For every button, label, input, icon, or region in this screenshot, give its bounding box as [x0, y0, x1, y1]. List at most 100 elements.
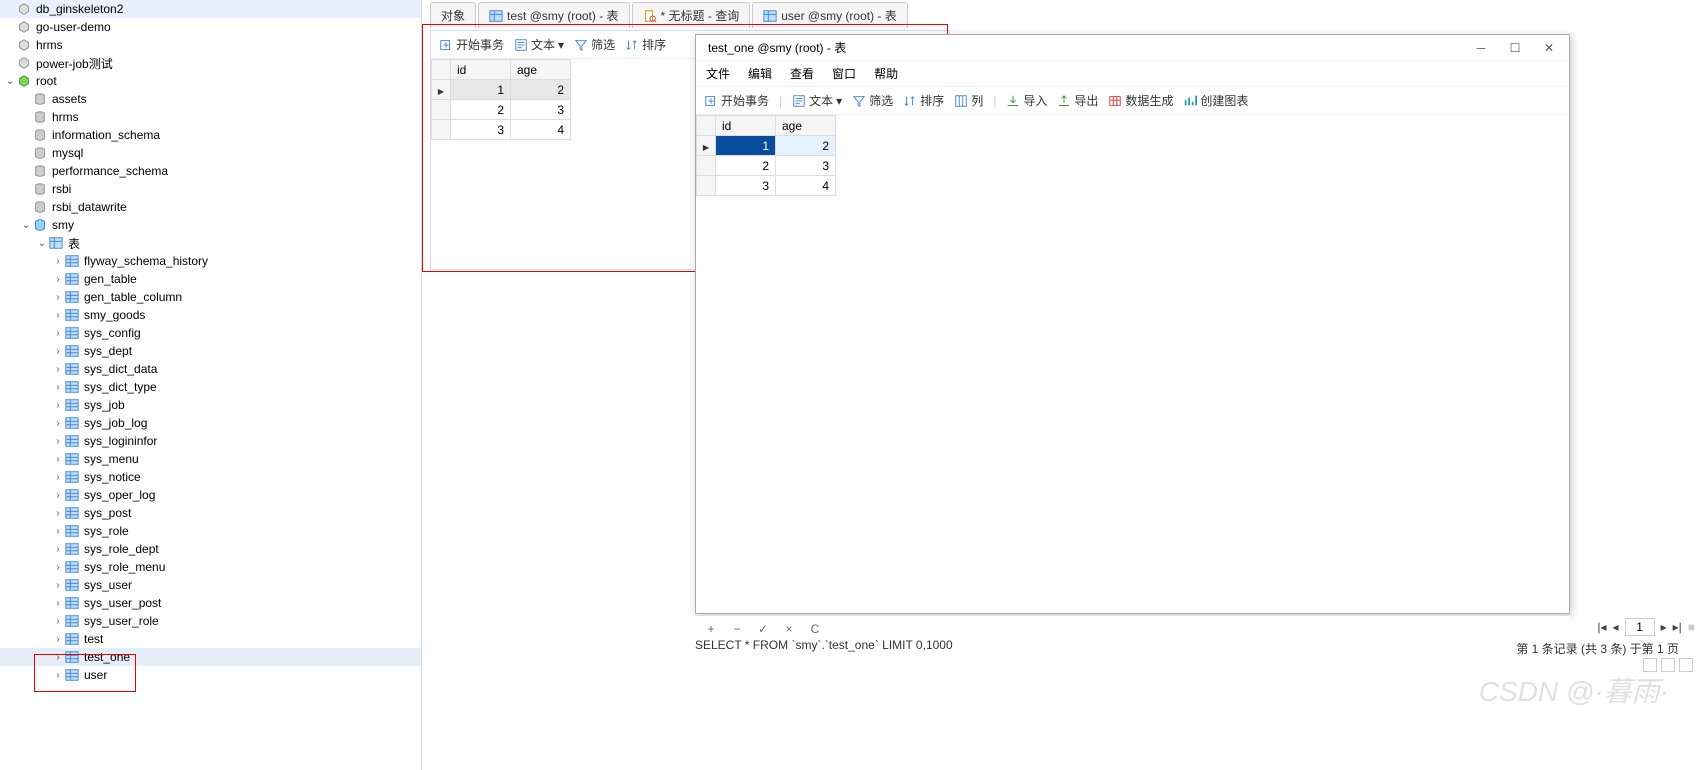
- table-sys_user[interactable]: ›sys_user: [0, 576, 421, 594]
- menu-文件[interactable]: 文件: [706, 65, 730, 82]
- database-smy[interactable]: ⌄smy: [0, 216, 421, 234]
- table-sys_role_menu[interactable]: ›sys_role_menu: [0, 558, 421, 576]
- table-sys_config[interactable]: ›sys_config: [0, 324, 421, 342]
- view-mode-buttons[interactable]: [1643, 658, 1693, 672]
- table-sys_oper_log[interactable]: ›sys_oper_log: [0, 486, 421, 504]
- table-sys_job[interactable]: ›sys_job: [0, 396, 421, 414]
- table-sys_dict_type[interactable]: ›sys_dict_type: [0, 378, 421, 396]
- col-age[interactable]: age: [511, 60, 571, 80]
- connection-tree[interactable]: db_ginskeleton2go-user-demohrmspower-job…: [0, 0, 422, 770]
- cell-id[interactable]: 2: [451, 100, 511, 120]
- table-user[interactable]: ›user: [0, 666, 421, 684]
- table-flyway_schema_history[interactable]: ›flyway_schema_history: [0, 252, 421, 270]
- chart-button[interactable]: 创建图表: [1183, 92, 1248, 109]
- table-sys_post[interactable]: ›sys_post: [0, 504, 421, 522]
- editor-tabs[interactable]: 对象test @smy (root) - 表* 无标题 - 查询user @sm…: [430, 0, 910, 28]
- pager[interactable]: |◂ ◂ ▸ ▸| ■: [1597, 618, 1695, 636]
- menu-帮助[interactable]: 帮助: [874, 65, 898, 82]
- cell-age[interactable]: 2: [776, 136, 836, 156]
- connection-db_ginskeleton2[interactable]: db_ginskeleton2: [0, 0, 421, 18]
- column-button[interactable]: 列: [954, 92, 983, 109]
- cell-age[interactable]: 4: [776, 176, 836, 196]
- table-sys_job_log[interactable]: ›sys_job_log: [0, 414, 421, 432]
- tab--[interactable]: 对象: [430, 2, 476, 28]
- sort-button[interactable]: 排序: [903, 92, 944, 109]
- row-header[interactable]: [697, 176, 716, 196]
- cell-age[interactable]: 3: [776, 156, 836, 176]
- menu-窗口[interactable]: 窗口: [832, 65, 856, 82]
- table-sys_logininfor[interactable]: ›sys_logininfor: [0, 432, 421, 450]
- page-last-button[interactable]: ▸|: [1673, 620, 1682, 634]
- row-header[interactable]: [432, 100, 451, 120]
- connection-power-job测试[interactable]: power-job测试: [0, 54, 421, 72]
- database-rsbi_datawrite[interactable]: rsbi_datawrite: [0, 198, 421, 216]
- close-button[interactable]: ✕: [1535, 38, 1563, 58]
- tables-folder[interactable]: ⌄表: [0, 234, 421, 252]
- begin-txn-button[interactable]: 开始事务: [439, 36, 504, 53]
- status-btn-+[interactable]: +: [703, 622, 719, 636]
- datagen-button[interactable]: 数据生成: [1108, 92, 1173, 109]
- page-first-button[interactable]: |◂: [1597, 620, 1606, 634]
- cell-id[interactable]: 2: [716, 156, 776, 176]
- stop-button[interactable]: ■: [1688, 620, 1695, 634]
- col-id[interactable]: id: [451, 60, 511, 80]
- cell-id[interactable]: 3: [451, 120, 511, 140]
- col-age[interactable]: age: [776, 116, 836, 136]
- cell-id[interactable]: 1: [451, 80, 511, 100]
- database-performance_schema[interactable]: performance_schema: [0, 162, 421, 180]
- row-header[interactable]: [697, 156, 716, 176]
- status-btn-×[interactable]: ×: [781, 622, 797, 636]
- page-input[interactable]: [1625, 618, 1655, 636]
- data-grid-left[interactable]: idage122334: [431, 59, 571, 140]
- row-header[interactable]: [432, 80, 451, 100]
- sort-button[interactable]: 排序: [625, 36, 666, 53]
- table-sys_dept[interactable]: ›sys_dept: [0, 342, 421, 360]
- text-button[interactable]: 文本 ▾: [514, 36, 564, 53]
- filter-button[interactable]: 筛选: [574, 36, 615, 53]
- menu-编辑[interactable]: 编辑: [748, 65, 772, 82]
- table-sys_user_post[interactable]: ›sys_user_post: [0, 594, 421, 612]
- page-prev-button[interactable]: ◂: [1613, 620, 1619, 634]
- table-sys_notice[interactable]: ›sys_notice: [0, 468, 421, 486]
- database-hrms[interactable]: hrms: [0, 108, 421, 126]
- tab-user-smy-root-[interactable]: user @smy (root) - 表: [752, 2, 908, 28]
- col-id[interactable]: id: [716, 116, 776, 136]
- tab--[interactable]: * 无标题 - 查询: [632, 2, 751, 28]
- cell-id[interactable]: 1: [716, 136, 776, 156]
- begin-txn-button[interactable]: 开始事务: [704, 92, 769, 109]
- status-btn-C[interactable]: C: [807, 622, 823, 636]
- connection-hrms[interactable]: hrms: [0, 36, 421, 54]
- table-sys_menu[interactable]: ›sys_menu: [0, 450, 421, 468]
- database-mysql[interactable]: mysql: [0, 144, 421, 162]
- table-test_one[interactable]: ›test_one: [0, 648, 421, 666]
- table-sys_role_dept[interactable]: ›sys_role_dept: [0, 540, 421, 558]
- cell-age[interactable]: 4: [511, 120, 571, 140]
- table-smy_goods[interactable]: ›smy_goods: [0, 306, 421, 324]
- filter-button[interactable]: 筛选: [852, 92, 893, 109]
- data-grid-popup[interactable]: idage122334: [696, 115, 836, 196]
- page-next-button[interactable]: ▸: [1661, 620, 1667, 634]
- table-sys_role[interactable]: ›sys_role: [0, 522, 421, 540]
- popup-titlebar[interactable]: test_one @smy (root) - 表 ─ ☐ ✕: [696, 35, 1569, 61]
- export-button[interactable]: 导出: [1057, 92, 1098, 109]
- database-assets[interactable]: assets: [0, 90, 421, 108]
- database-rsbi[interactable]: rsbi: [0, 180, 421, 198]
- table-gen_table_column[interactable]: ›gen_table_column: [0, 288, 421, 306]
- tab-test-smy-root-[interactable]: test @smy (root) - 表: [478, 2, 630, 28]
- minimize-button[interactable]: ─: [1467, 38, 1495, 58]
- import-button[interactable]: 导入: [1006, 92, 1047, 109]
- database-information_schema[interactable]: information_schema: [0, 126, 421, 144]
- maximize-button[interactable]: ☐: [1501, 38, 1529, 58]
- row-header[interactable]: [697, 136, 716, 156]
- popup-menubar[interactable]: 文件 编辑 查看 窗口 帮助: [696, 61, 1569, 87]
- table-test[interactable]: ›test: [0, 630, 421, 648]
- menu-查看[interactable]: 查看: [790, 65, 814, 82]
- connection-root[interactable]: ⌄root: [0, 72, 421, 90]
- cell-age[interactable]: 2: [511, 80, 571, 100]
- table-sys_user_role[interactable]: ›sys_user_role: [0, 612, 421, 630]
- cell-id[interactable]: 3: [716, 176, 776, 196]
- table-sys_dict_data[interactable]: ›sys_dict_data: [0, 360, 421, 378]
- status-btn-−[interactable]: −: [729, 622, 745, 636]
- row-header[interactable]: [432, 120, 451, 140]
- connection-go-user-demo[interactable]: go-user-demo: [0, 18, 421, 36]
